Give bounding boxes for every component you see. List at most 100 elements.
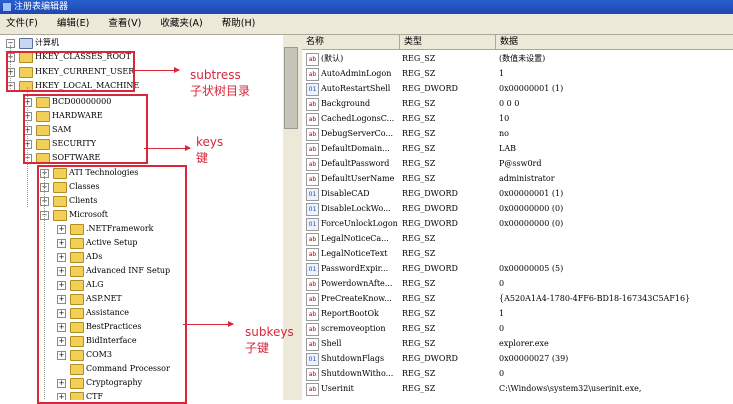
value-data: C:\Windows\system32\userinit.exe, [499, 384, 642, 393]
menu-file[interactable]: 文件(F) [6, 18, 38, 29]
value-row[interactable]: 01 DisableCAD REG_DWORD 0x00000001 (1) [302, 186, 733, 201]
value-name: LegalNoticeCa... [321, 234, 389, 243]
value-type: REG_SZ [402, 129, 436, 138]
value-name: AutoAdminLogon [321, 69, 392, 78]
computer-icon [19, 38, 33, 49]
value-type: REG_DWORD [402, 204, 458, 213]
value-row[interactable]: ab Background REG_SZ 0 0 0 [302, 96, 733, 111]
value-data: 0x00000001 (1) [499, 84, 564, 93]
value-row[interactable]: ab DefaultUserName REG_SZ administrator [302, 171, 733, 186]
value-data: 0x00000000 (0) [499, 204, 564, 213]
tree-scrollbar[interactable] [283, 35, 298, 400]
string-value-icon: ab [306, 308, 319, 321]
value-row[interactable]: 01 ForceUnlockLogon REG_DWORD 0x00000000 (0… [302, 216, 733, 231]
menu-help[interactable]: 帮助(H) [222, 18, 256, 29]
value-name: scremoveoption [321, 324, 386, 333]
string-value-icon: ab [306, 98, 319, 111]
value-row[interactable]: ab scremoveoption REG_SZ 0 [302, 321, 733, 336]
value-row[interactable]: ab Shell REG_SZ explorer.exe [302, 336, 733, 351]
column-data-header[interactable]: 数据 [496, 35, 733, 49]
value-name: DefaultDomain... [321, 144, 390, 153]
value-name: DebugServerCo... [321, 129, 394, 138]
tree-scrollbar-thumb[interactable] [284, 47, 298, 129]
string-value-icon: ab [306, 68, 319, 81]
string-value-icon: ab [306, 143, 319, 156]
value-name: (默认) [321, 54, 344, 63]
value-type: REG_DWORD [402, 264, 458, 273]
value-name: DisableCAD [321, 189, 370, 198]
value-row[interactable]: ab Userinit REG_SZ C:\Windows\system32\user… [302, 381, 733, 396]
value-row[interactable]: ab DefaultDomain... REG_SZ LAB [302, 141, 733, 156]
column-type-header[interactable]: 类型 [400, 35, 496, 49]
value-data: 1 [499, 69, 505, 78]
value-data: 0x00000001 (1) [499, 189, 564, 198]
value-row[interactable]: 01 PasswordExpir... REG_DWORD 0x00000005 (5… [302, 261, 733, 276]
annotation-label-subtress: subtress [190, 68, 241, 82]
string-value-icon: ab [306, 128, 319, 141]
value-row[interactable]: ab PreCreateKnow... REG_SZ {A520A1A4-1780-4… [302, 291, 733, 306]
string-value-icon: ab [306, 323, 319, 336]
value-name: ReportBootOk [321, 309, 379, 318]
value-list[interactable]: 名称 类型 数据 ab (默认) REG_SZ (数值未设置) ab AutoAdminL… [302, 35, 733, 400]
binary-value-icon: 01 [306, 353, 319, 366]
window-title: 注册表编辑器 [14, 2, 69, 12]
string-value-icon: ab [306, 293, 319, 306]
value-name: ShutdownFlags [321, 354, 385, 363]
value-type: REG_SZ [402, 174, 436, 183]
annotation-label-keys-cn: 键 [196, 151, 209, 165]
column-name-header[interactable]: 名称 [302, 35, 400, 49]
value-row[interactable]: ab ShutdownWitho... REG_SZ 0 [302, 366, 733, 381]
value-row[interactable]: 01 DisableLockWo... REG_DWORD 0x00000000 (0… [302, 201, 733, 216]
value-name: PreCreateKnow... [321, 294, 392, 303]
annotation-label-subtress-cn: 子状树目录 [190, 84, 251, 98]
value-type: REG_SZ [402, 234, 436, 243]
value-row[interactable]: ab CachedLogonsC... REG_SZ 10 [302, 111, 733, 126]
value-data: administrator [499, 174, 555, 183]
value-row[interactable]: ab DebugServerCo... REG_SZ no [302, 126, 733, 141]
annotation-box-subkeys [37, 165, 187, 404]
value-row[interactable]: ab LegalNoticeText REG_SZ [302, 246, 733, 261]
value-data: 0 [499, 369, 505, 378]
string-value-icon: ab [306, 173, 319, 186]
value-row[interactable]: ab ReportBootOk REG_SZ 1 [302, 306, 733, 321]
string-value-icon: ab [306, 113, 319, 126]
value-type: REG_SZ [402, 54, 436, 63]
title-bar: 注册表编辑器 [0, 0, 733, 14]
annotation-box-subtree [6, 51, 135, 92]
value-name: PowerdownAfte... [321, 279, 393, 288]
regedit-app-icon [3, 2, 11, 11]
value-row[interactable]: 01 ShutdownFlags REG_DWORD 0x00000027 (39) [302, 351, 733, 366]
string-value-icon: ab [306, 248, 319, 261]
binary-value-icon: 01 [306, 188, 319, 201]
string-value-icon: ab [306, 233, 319, 246]
value-type: REG_SZ [402, 114, 436, 123]
menu-favorites[interactable]: 收藏夹(A) [160, 18, 202, 29]
value-type: REG_SZ [402, 324, 436, 333]
value-data: 10 [499, 114, 510, 123]
value-row[interactable]: ab LegalNoticeCa... REG_SZ [302, 231, 733, 246]
value-row[interactable]: ab (默认) REG_SZ (数值未设置) [302, 51, 733, 66]
menu-bar: 文件(F) 编辑(E) 查看(V) 收藏夹(A) 帮助(H) [0, 14, 733, 35]
list-header: 名称 类型 数据 [302, 35, 733, 50]
value-data: no [499, 129, 509, 138]
value-name: CachedLogonsC... [321, 114, 395, 123]
value-type: REG_DWORD [402, 219, 458, 228]
value-name: DefaultPassword [321, 159, 390, 168]
value-data: 0 [499, 279, 505, 288]
value-name: DefaultUserName [321, 174, 395, 183]
value-data: 0 0 0 [499, 99, 520, 108]
menu-edit[interactable]: 编辑(E) [57, 18, 89, 29]
value-row[interactable]: 01 AutoRestartShell REG_DWORD 0x00000001 (1… [302, 81, 733, 96]
annotation-box-keys [23, 94, 148, 164]
value-row[interactable]: ab DefaultPassword REG_SZ P@ssw0rd [302, 156, 733, 171]
binary-value-icon: 01 [306, 218, 319, 231]
value-name: ForceUnlockLogon [321, 219, 398, 228]
menu-view[interactable]: 查看(V) [108, 18, 141, 29]
value-row[interactable]: ab PowerdownAfte... REG_SZ 0 [302, 276, 733, 291]
string-value-icon: ab [306, 278, 319, 291]
value-type: REG_DWORD [402, 84, 458, 93]
value-row[interactable]: ab AutoAdminLogon REG_SZ 1 [302, 66, 733, 81]
value-data: 0 [499, 324, 505, 333]
value-data: 0x00000027 (39) [499, 354, 569, 363]
value-name: PasswordExpir... [321, 264, 389, 273]
